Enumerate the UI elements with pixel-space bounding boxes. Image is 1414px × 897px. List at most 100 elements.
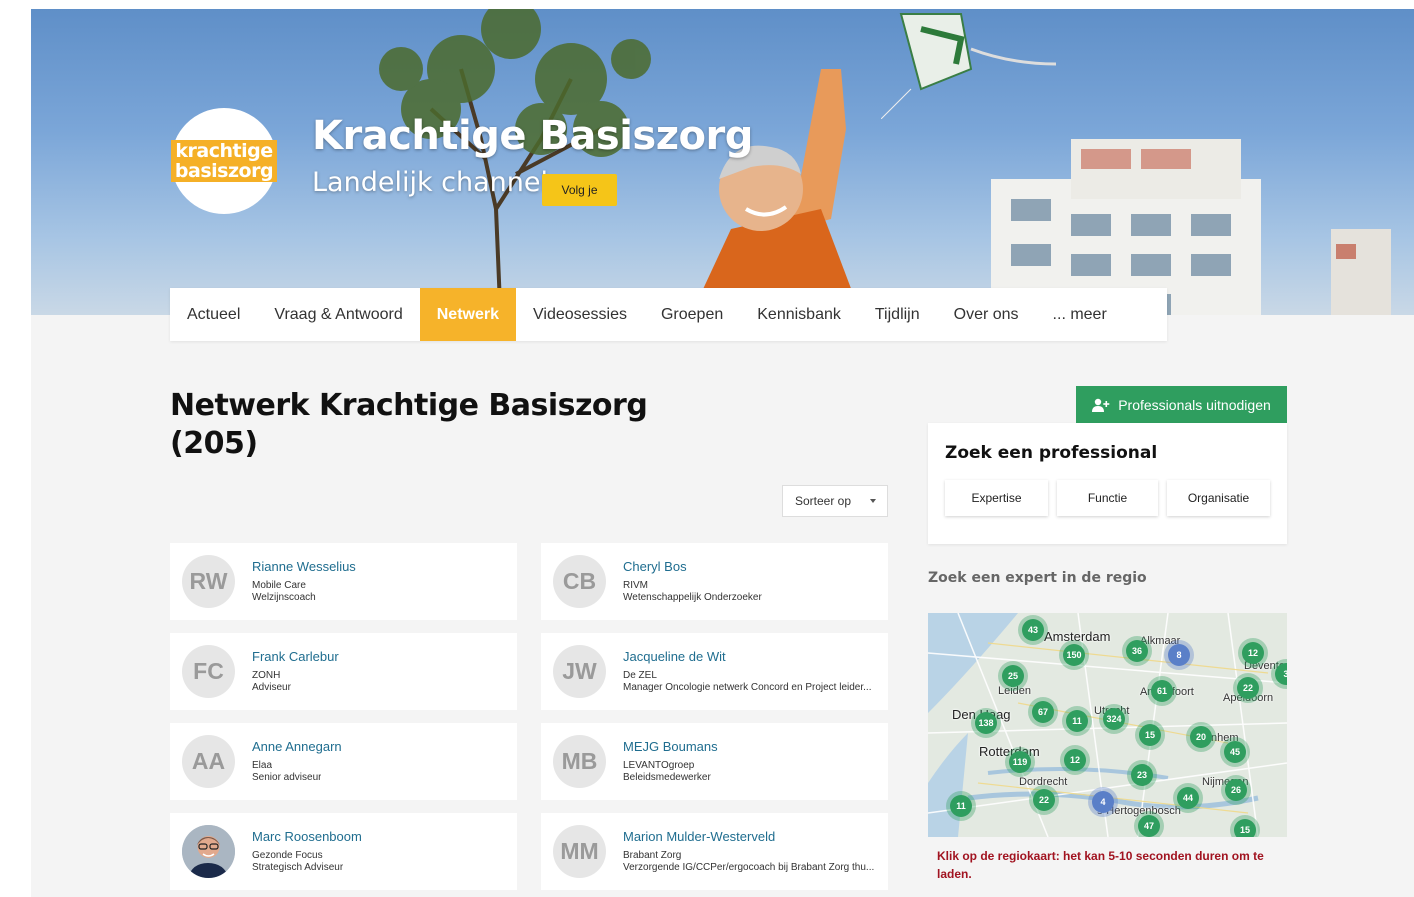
map-cluster-marker[interactable]: 324	[1103, 708, 1125, 730]
member-name-link[interactable]: MEJG Boumans	[623, 739, 718, 754]
member-name-link[interactable]: Cheryl Bos	[623, 559, 687, 574]
tab-actueel[interactable]: Actueel	[170, 288, 257, 341]
page-title: Netwerk Krachtige Basiszorg (205)	[170, 388, 648, 461]
follow-button[interactable]: Volg je	[542, 174, 617, 206]
hero-building-image	[991, 139, 1391, 315]
tab-kennisbank[interactable]: Kennisbank	[740, 288, 858, 341]
avatar: MM	[553, 825, 606, 878]
member-name-link[interactable]: Jacqueline de Wit	[623, 649, 726, 664]
avatar: CB	[553, 555, 606, 608]
avatar: FC	[182, 645, 235, 698]
map-cluster-marker[interactable]: 44	[1177, 787, 1199, 809]
map-cluster-marker[interactable]: 43	[1022, 619, 1044, 641]
channel-nav: Actueel Vraag & Antwoord Netwerk Videose…	[170, 288, 1167, 341]
map-city-label: Dordrecht	[1019, 776, 1068, 788]
person-photo-icon	[182, 825, 235, 878]
map-cluster-marker[interactable]: 11	[1066, 710, 1088, 732]
map-cluster-marker[interactable]: 4	[1092, 791, 1114, 813]
member-card[interactable]: RW Rianne Wesselius Mobile Care Welzijns…	[170, 543, 517, 620]
member-name-link[interactable]: Frank Carlebur	[252, 649, 339, 664]
avatar: JW	[553, 645, 606, 698]
map-cluster-marker[interactable]: 15	[1234, 819, 1256, 837]
member-card[interactable]: FC Frank Carlebur ZONH Adviseur	[170, 633, 517, 710]
map-cluster-marker[interactable]: 22	[1033, 789, 1055, 811]
map-cluster-marker[interactable]: 67	[1032, 701, 1054, 723]
filter-expertise-button[interactable]: Expertise	[945, 480, 1048, 516]
member-card[interactable]: MB MEJG Boumans LEVANTOgroep Beleidsmede…	[541, 723, 888, 800]
member-organization: RIVM	[623, 580, 648, 591]
avatar: MB	[553, 735, 606, 788]
tab-meer[interactable]: ... meer	[1036, 288, 1124, 341]
member-name-link[interactable]: Marc Roosenboom	[252, 829, 362, 844]
avatar-photo	[182, 825, 235, 878]
logo-line-1: krachtige	[175, 140, 273, 162]
map-cluster-marker[interactable]: 25	[1002, 665, 1024, 687]
member-organization: Gezonde Focus	[252, 850, 323, 861]
channel-subtitle: Landelijk channel	[312, 167, 549, 198]
filter-organisatie-button[interactable]: Organisatie	[1167, 480, 1270, 516]
member-organization: ZONH	[252, 670, 281, 681]
map-cluster-marker[interactable]: 12	[1242, 642, 1264, 664]
member-card[interactable]: MM Marion Mulder-Westerveld Brabant Zorg…	[541, 813, 888, 890]
member-role: Beleidsmedewerker	[623, 772, 711, 783]
map-cluster-marker[interactable]: 47	[1138, 815, 1160, 837]
member-card[interactable]: JW Jacqueline de Wit De ZEL Manager Onco…	[541, 633, 888, 710]
member-card[interactable]: CB Cheryl Bos RIVM Wetenschappelijk Onde…	[541, 543, 888, 620]
hero-tree-image	[379, 9, 651, 315]
member-card[interactable]: AA Anne Annegarn Elaa Senior adviseur	[170, 723, 517, 800]
member-role: Senior adviseur	[252, 772, 322, 783]
tab-tijdlijn[interactable]: Tijdlijn	[858, 288, 937, 341]
avatar: RW	[182, 555, 235, 608]
map-cluster-marker[interactable]: 61	[1151, 680, 1173, 702]
map-cluster-marker[interactable]: 36	[1126, 640, 1148, 662]
member-role: Strategisch Adviseur	[252, 862, 344, 873]
member-card[interactable]: Marc Roosenboom Gezonde Focus Strategisc…	[170, 813, 517, 890]
member-role: Welzijnscoach	[252, 592, 316, 603]
filter-functie-button[interactable]: Functie	[1057, 480, 1158, 516]
invite-label: Professionals uitnodigen	[1118, 396, 1271, 413]
member-organization: Mobile Care	[252, 580, 306, 591]
map-cluster-marker[interactable]: 23	[1131, 764, 1153, 786]
map-cluster-marker[interactable]: 8	[1168, 644, 1190, 666]
sort-dropdown[interactable]: Sorteer op	[782, 485, 888, 517]
member-name-link[interactable]: Marion Mulder-Westerveld	[623, 829, 775, 844]
channel-title: Krachtige Basiszorg	[312, 113, 753, 159]
member-role: Verzorgende IG/CCPer/ergocoach bij Braba…	[623, 862, 875, 873]
member-role: Adviseur	[252, 682, 291, 693]
map-cluster-marker[interactable]: 20	[1190, 726, 1212, 748]
map-cluster-marker[interactable]: 150	[1063, 644, 1085, 666]
tab-vraag-antwoord[interactable]: Vraag & Antwoord	[257, 288, 419, 341]
logo-line-2: basiszorg	[174, 160, 274, 182]
tab-groepen[interactable]: Groepen	[644, 288, 740, 341]
member-role: Wetenschappelijk Onderzoeker	[623, 592, 762, 603]
map-cluster-marker[interactable]: 22	[1237, 677, 1259, 699]
caret-down-icon	[870, 499, 876, 503]
map-loading-note: Klik op de regiokaart: het kan 5-10 seco…	[937, 849, 1264, 881]
search-professional-panel: Zoek een professional Expertise Functie …	[928, 423, 1287, 544]
search-title: Zoek een professional	[945, 443, 1158, 463]
member-name-link[interactable]: Anne Annegarn	[252, 739, 342, 754]
region-map[interactable]: Amsterdam Leiden Den Haag Rotterdam Dord…	[928, 613, 1287, 837]
map-cluster-marker[interactable]: 26	[1225, 779, 1247, 801]
hero-person-image	[691, 69, 861, 315]
map-cluster-marker[interactable]: 45	[1224, 741, 1246, 763]
page: krachtige basiszorg Krachtige Basiszorg …	[31, 9, 1414, 897]
map-cluster-marker[interactable]: 119	[1009, 751, 1031, 773]
map-cluster-marker[interactable]: 12	[1064, 749, 1086, 771]
member-role: Manager Oncologie netwerk Concord en Pro…	[623, 682, 872, 693]
tab-videosessies[interactable]: Videosessies	[516, 288, 644, 341]
member-name-link[interactable]: Rianne Wesselius	[252, 559, 356, 574]
hero-banner: krachtige basiszorg Krachtige Basiszorg …	[31, 9, 1414, 315]
map-cluster-marker[interactable]: 11	[950, 795, 972, 817]
member-organization: De ZEL	[623, 670, 657, 681]
member-organization: Elaa	[252, 760, 273, 771]
region-search-title: Zoek een expert in de regio	[928, 570, 1147, 586]
map-cluster-marker[interactable]: 15	[1139, 724, 1161, 746]
tab-netwerk[interactable]: Netwerk	[419, 288, 516, 341]
hero-kite-image	[881, 13, 1057, 119]
tab-over-ons[interactable]: Over ons	[937, 288, 1036, 341]
member-organization: LEVANTOgroep	[623, 760, 695, 771]
member-organization: Brabant Zorg	[623, 850, 682, 861]
invite-professionals-button[interactable]: Professionals uitnodigen	[1076, 386, 1287, 423]
map-cluster-marker[interactable]: 138	[975, 712, 997, 734]
